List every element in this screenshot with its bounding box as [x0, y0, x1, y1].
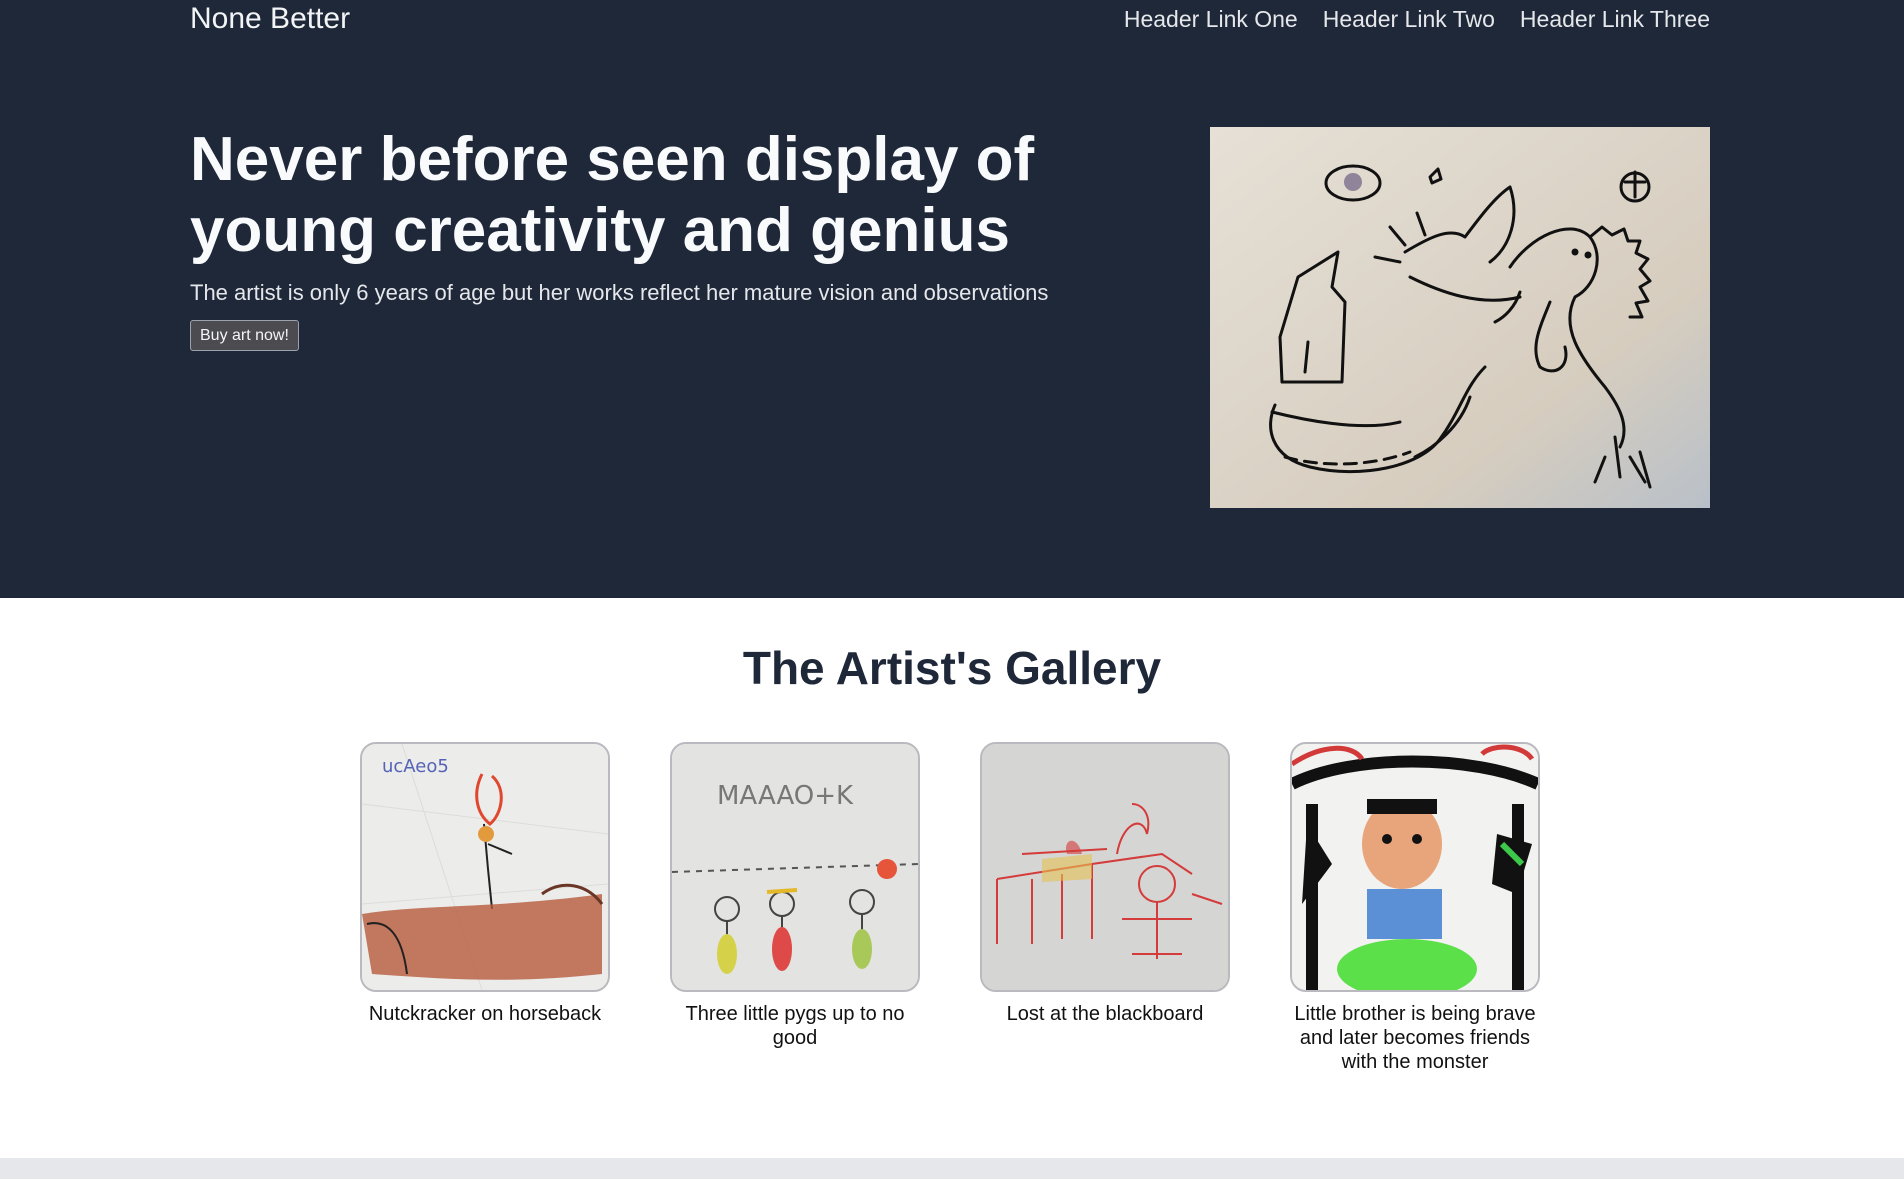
header-link-one[interactable]: Header Link One: [1124, 0, 1298, 38]
header-link-three[interactable]: Header Link Three: [1520, 0, 1710, 38]
hero-drawing-image: [1210, 127, 1710, 508]
header-nav: Header Link One Header Link Two Header L…: [1124, 0, 1710, 38]
gallery-card: Lost at the blackboard: [980, 742, 1230, 1026]
gallery-card: MAAAO+K Three little pygs up to no good: [670, 742, 920, 1050]
gallery-thumbnail[interactable]: MAAAO+K: [670, 742, 920, 992]
gallery-thumbnail[interactable]: [1290, 742, 1540, 992]
gallery-thumbnail[interactable]: [980, 742, 1230, 992]
brand-logo-text[interactable]: None Better: [190, 0, 350, 38]
gallery-caption: Nutckracker on horseback: [368, 1003, 602, 1025]
gallery-thumbnail[interactable]: ucAeo5: [360, 742, 610, 992]
buy-art-button[interactable]: Buy art now!: [190, 320, 299, 351]
hero-subtext: The artist is only 6 years of age but he…: [190, 280, 1049, 305]
gallery-card: Little brother is being brave and later …: [1290, 742, 1540, 1074]
header-link-two[interactable]: Header Link Two: [1323, 0, 1495, 38]
hero-section: None Better Header Link One Header Link …: [0, 0, 1904, 598]
footer-strip: [0, 1158, 1904, 1179]
gallery-card: ucAeo5 Nutckracker on horseback: [360, 742, 610, 1026]
svg-text:ucAeo5: ucAeo5: [382, 756, 449, 777]
hero-headline: Never before seen display of young creat…: [190, 125, 1035, 265]
gallery-caption: Little brother is being brave and later …: [1294, 1003, 1536, 1073]
gallery-caption: Three little pygs up to no good: [685, 1003, 905, 1049]
gallery-title: The Artist's Gallery: [742, 642, 1162, 694]
gallery-caption: Lost at the blackboard: [1006, 1003, 1204, 1025]
svg-text:MAAAO+K: MAAAO+K: [717, 781, 854, 811]
